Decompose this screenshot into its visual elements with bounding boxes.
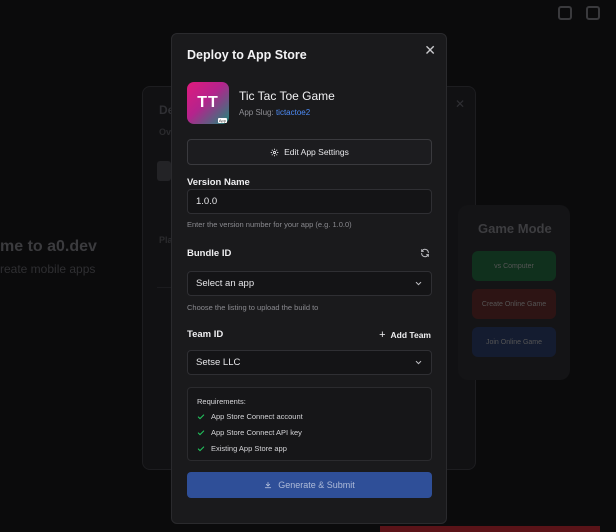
background-red-bar: [380, 526, 600, 532]
requirements-title: Requirements:: [197, 397, 246, 406]
download-icon: [265, 481, 272, 489]
generate-submit-button[interactable]: Generate & Submit: [187, 472, 432, 498]
background-game-mode-card: Game Mode vs Computer Create Online Game…: [458, 205, 570, 380]
app-slug: App Slug: tictactoe2: [239, 108, 310, 117]
requirement-text: App Store Connect API key: [211, 428, 302, 437]
bundle-id-select[interactable]: Select an app: [187, 271, 432, 296]
create-online-game-button: Create Online Game: [472, 289, 556, 319]
version-name-input[interactable]: 1.0.0: [187, 189, 432, 214]
background-close-icon: ✕: [454, 97, 465, 111]
version-name-hint: Enter the version number for your app (e…: [187, 220, 352, 229]
edit-app-settings-label: Edit App Settings: [284, 147, 349, 157]
check-icon: [197, 445, 205, 451]
chevron-down-icon: [415, 360, 422, 365]
refresh-icon[interactable]: [420, 248, 430, 258]
requirement-item: App Store Connect API key: [197, 428, 302, 437]
check-icon: [197, 413, 205, 419]
requirement-item: App Store Connect account: [197, 412, 303, 421]
generate-submit-label: Generate & Submit: [278, 480, 355, 490]
check-icon: [197, 429, 205, 435]
game-mode-title: Game Mode: [478, 221, 552, 236]
edit-app-settings-button[interactable]: Edit App Settings: [187, 139, 432, 165]
app-slug-label: App Slug:: [239, 108, 274, 117]
version-name-label: Version Name: [187, 177, 250, 188]
app-icon: TT App: [187, 82, 229, 124]
background-subtitle: reate mobile apps: [0, 262, 96, 276]
background-tab-label: Ov: [159, 127, 172, 137]
app-icon-badge: App: [217, 118, 227, 123]
app-slug-link[interactable]: tictactoe2: [276, 108, 310, 117]
requirement-text: Existing App Store app: [211, 444, 287, 453]
modal-title: Deploy to App Store: [187, 48, 307, 62]
bundle-id-label: Bundle ID: [187, 248, 232, 259]
team-id-selected: Setse LLC: [196, 357, 241, 368]
app-icon-text: TT: [197, 94, 219, 111]
gear-icon: [270, 148, 279, 156]
team-id-label: Team ID: [187, 329, 224, 340]
requirement-text: App Store Connect account: [211, 412, 303, 421]
add-team-button[interactable]: + Add Team: [379, 329, 431, 341]
team-id-select[interactable]: Setse LLC: [187, 350, 432, 375]
close-icon[interactable]: ✕: [424, 43, 436, 57]
app-name: Tic Tac Toe Game: [239, 89, 335, 103]
bundle-id-selected: Select an app: [196, 278, 255, 289]
expand-window-icon: [586, 6, 600, 20]
vs-computer-button: vs Computer: [472, 251, 556, 281]
add-team-label: Add Team: [390, 330, 431, 340]
refresh-window-icon: [558, 6, 572, 20]
requirements-box: Requirements: App Store Connect account …: [187, 387, 432, 461]
plus-icon: +: [379, 329, 386, 341]
bundle-id-hint: Choose the listing to upload the build t…: [187, 303, 319, 312]
window-controls: [558, 6, 600, 20]
chevron-down-icon: [415, 281, 422, 286]
background-welcome-heading: me to a0.dev: [0, 238, 97, 255]
requirement-item: Existing App Store app: [197, 444, 287, 453]
join-online-game-button: Join Online Game: [472, 327, 556, 357]
deploy-modal: Deploy to App Store ✕ TT App Tic Tac Toe…: [171, 33, 447, 524]
background-toggle: [157, 161, 171, 181]
